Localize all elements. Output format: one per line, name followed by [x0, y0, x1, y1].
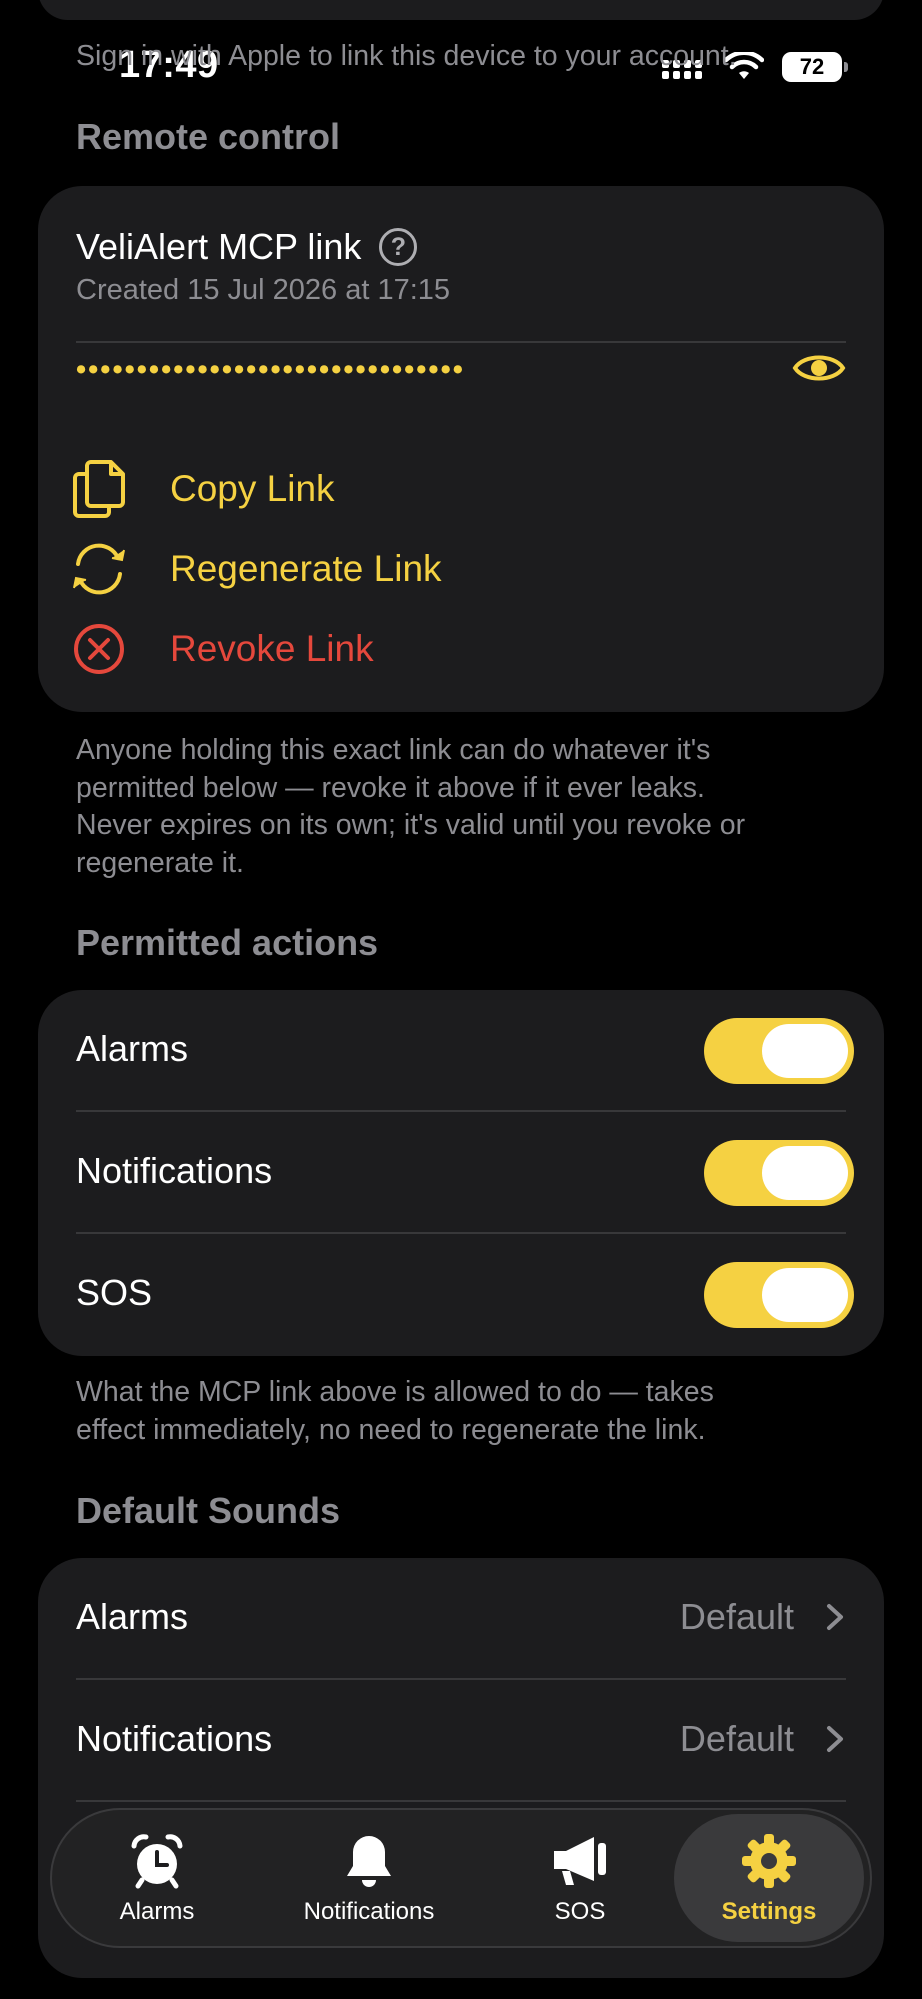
- link-footnote-line: permitted below — revoke it above if it …: [76, 771, 705, 804]
- sos-toggle[interactable]: [704, 1262, 854, 1328]
- link-footnote-line: Anyone holding this exact link can do wh…: [76, 734, 711, 766]
- permissions-footnote-line: What the MCP link above is allowed to do…: [76, 1376, 714, 1408]
- tab-label: Notifications: [303, 1898, 435, 1925]
- permission-row-sos: SOS: [38, 1234, 884, 1356]
- refresh-icon: [73, 543, 125, 595]
- sound-row-alarms[interactable]: Alarms Default: [38, 1558, 884, 1680]
- tab-label: Alarms: [119, 1898, 195, 1925]
- default-sounds-header: Default Sounds: [76, 1490, 341, 1531]
- link-footnote-line: Never expires on its own; it's valid unt…: [76, 809, 746, 841]
- gear-icon: [742, 1834, 796, 1888]
- megaphone-icon: [554, 1837, 606, 1885]
- row-divider: [76, 1800, 846, 1802]
- tab-label: Settings: [721, 1898, 817, 1925]
- revoke-link-button[interactable]: Revoke Link: [68, 618, 374, 680]
- link-created-date: Created 15 Jul 2026 at 17:15: [76, 274, 451, 306]
- sound-value: Default: [679, 1718, 794, 1759]
- permissions-footnote: What the MCP link above is allowed to do…: [76, 1374, 714, 1449]
- copy-icon: [73, 460, 125, 518]
- alarms-toggle[interactable]: [704, 1018, 854, 1084]
- bell-icon: [347, 1836, 391, 1887]
- toggle-knob: [762, 1146, 848, 1200]
- sound-label: Alarms: [76, 1596, 189, 1637]
- copy-link-label: Copy Link: [170, 468, 335, 509]
- help-icon[interactable]: ?: [379, 228, 418, 266]
- previous-card-edge: [38, 0, 884, 20]
- remote-control-header: Remote control: [76, 116, 341, 157]
- permission-label: SOS: [76, 1272, 153, 1313]
- regenerate-link-button[interactable]: Regenerate Link: [68, 538, 442, 600]
- mcp-link-card: VeliAlert MCP link ? Created 15 Jul 2026…: [38, 186, 884, 712]
- chevron-right-icon: [827, 1604, 843, 1630]
- toggle-knob: [762, 1024, 848, 1078]
- eye-icon[interactable]: [792, 348, 846, 388]
- permitted-actions-header: Permitted actions: [76, 922, 379, 963]
- tab-alarms[interactable]: Alarms: [102, 1810, 212, 1946]
- copy-link-button[interactable]: Copy Link: [68, 458, 335, 520]
- permissions-footnote-line: effect immediately, no need to regenerat…: [76, 1413, 706, 1446]
- link-footnote-line: regenerate it.: [76, 846, 244, 879]
- alarm-clock-icon: [131, 1834, 183, 1889]
- link-footnote: Anyone holding this exact link can do wh…: [76, 732, 745, 882]
- permission-label: Notifications: [76, 1150, 273, 1191]
- chevron-right-icon: [827, 1726, 843, 1752]
- tab-bar: Alarms Notifications SOS Settings: [50, 1808, 872, 1948]
- mcp-link-title-row: VeliAlert MCP link ?: [76, 226, 418, 268]
- revoke-link-label: Revoke Link: [170, 628, 374, 669]
- permission-label: Alarms: [76, 1028, 189, 1069]
- permission-row-alarms: Alarms: [38, 990, 884, 1112]
- permission-row-notifications: Notifications: [38, 1112, 884, 1234]
- sound-value: Default: [679, 1596, 794, 1637]
- tab-notifications[interactable]: Notifications: [284, 1810, 454, 1946]
- revoke-x-circle-icon: [74, 624, 124, 674]
- tab-settings[interactable]: Settings: [674, 1814, 864, 1942]
- notifications-toggle[interactable]: [704, 1140, 854, 1206]
- tab-label: SOS: [554, 1898, 606, 1925]
- sign-in-note: Sign in with Apple to link this device t…: [76, 40, 737, 72]
- mcp-link-title: VeliAlert MCP link: [76, 226, 362, 267]
- masked-link: ••••••••••••••••••••••••••••••••: [76, 354, 465, 386]
- toggle-knob: [762, 1268, 848, 1322]
- sound-row-notifications[interactable]: Notifications Default: [38, 1680, 884, 1802]
- permitted-actions-card: Alarms Notifications SOS: [38, 990, 884, 1356]
- tab-sos[interactable]: SOS: [540, 1810, 620, 1946]
- sound-label: Notifications: [76, 1718, 273, 1759]
- regenerate-link-label: Regenerate Link: [170, 548, 442, 589]
- card-divider: [76, 341, 846, 343]
